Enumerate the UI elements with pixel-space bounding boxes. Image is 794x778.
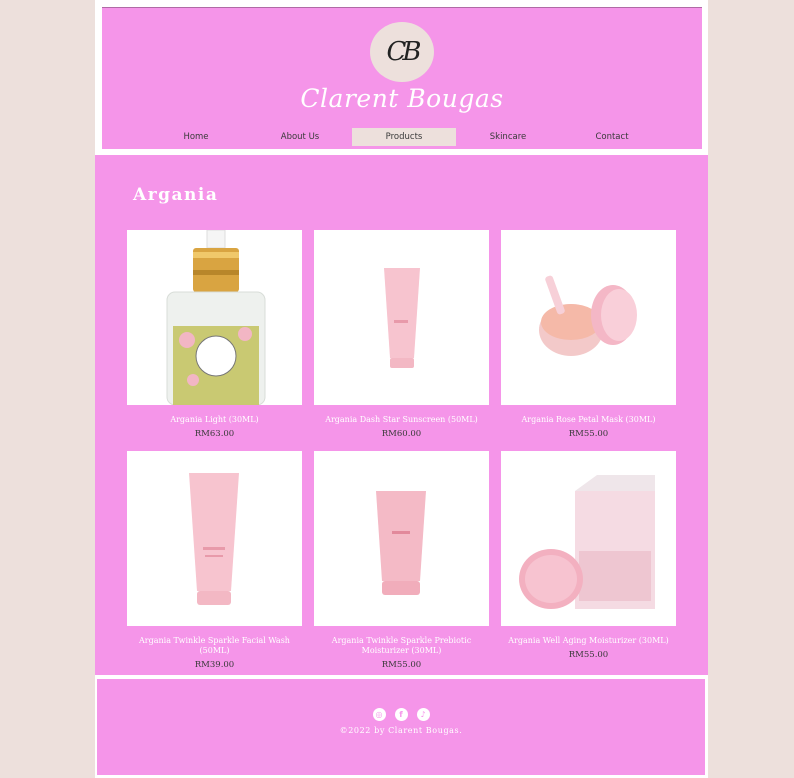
product-card[interactable]: Argania Twinkle Sparkle Facial Wash (50M… [127, 451, 302, 670]
product-price: RM55.00 [381, 660, 422, 670]
main-nav: Home About Us Products Skincare Contact [144, 128, 664, 146]
product-name[interactable]: Argania Twinkle Sparkle Facial Wash (50M… [127, 636, 302, 656]
product-image[interactable] [314, 451, 489, 626]
nav-products[interactable]: Products [352, 128, 456, 146]
product-card[interactable]: Argania Twinkle Sparkle Prebiotic Moistu… [314, 451, 489, 670]
copyright: ©2022 by Clarent Bougas. [339, 726, 463, 735]
product-image[interactable] [501, 451, 676, 626]
nav-home[interactable]: Home [144, 128, 248, 146]
product-section: Argania Argania Light (30ML) RM63.00 Arg… [95, 155, 708, 675]
product-name[interactable]: Argania Twinkle Sparkle Prebiotic Moistu… [314, 636, 489, 656]
product-image[interactable] [127, 230, 302, 405]
social-bar: ◎ f ♪ [97, 708, 705, 721]
product-card[interactable]: Argania Dash Star Sunscreen (50ML) RM60.… [314, 230, 489, 439]
product-price: RM55.00 [568, 650, 609, 660]
product-name[interactable]: Argania Light (30ML) [127, 415, 302, 425]
logo[interactable]: CB [370, 22, 434, 82]
product-image[interactable] [127, 451, 302, 626]
product-price: RM60.00 [381, 429, 422, 439]
nav-skincare[interactable]: Skincare [456, 128, 560, 146]
logo-monogram: CB [386, 37, 422, 67]
product-price: RM63.00 [194, 429, 235, 439]
product-name[interactable]: Argania Rose Petal Mask (30ML) [501, 415, 676, 425]
nav-contact[interactable]: Contact [560, 128, 664, 146]
tiktok-icon[interactable]: ♪ [416, 708, 430, 721]
product-card[interactable]: Argania Rose Petal Mask (30ML) RM55.00 [501, 230, 676, 439]
product-name[interactable]: Argania Well Aging Moisturizer (30ML) [501, 636, 676, 646]
product-price: RM39.00 [194, 660, 235, 670]
instagram-icon[interactable]: ◎ [372, 708, 386, 721]
nav-about-us[interactable]: About Us [248, 128, 352, 146]
product-price: RM55.00 [568, 429, 609, 439]
site-header: CB Clarent Bougas Home About Us Products… [102, 7, 702, 149]
site-footer: ◎ f ♪ ©2022 by Clarent Bougas. [97, 679, 705, 775]
product-card[interactable]: Argania Light (30ML) RM63.00 [127, 230, 302, 439]
product-image[interactable] [501, 230, 676, 405]
facebook-icon[interactable]: f [394, 708, 408, 721]
brand-name[interactable]: Clarent Bougas [102, 84, 702, 113]
product-name[interactable]: Argania Dash Star Sunscreen (50ML) [314, 415, 489, 425]
section-title: Argania [133, 185, 219, 205]
product-card[interactable]: Argania Well Aging Moisturizer (30ML) RM… [501, 451, 676, 660]
product-image[interactable] [314, 230, 489, 405]
